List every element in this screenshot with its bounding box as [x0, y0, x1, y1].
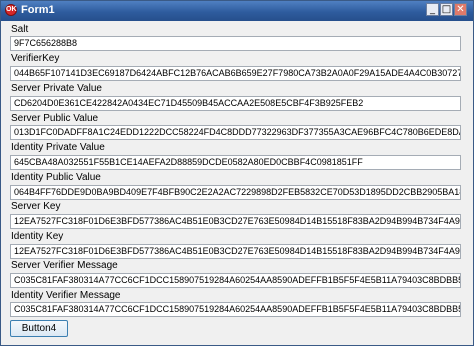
button4[interactable]: Button4	[10, 320, 68, 337]
verifier-key-label: VerifierKey	[11, 53, 60, 64]
app-icon[interactable]: OK	[5, 4, 17, 16]
server-public-value-field[interactable]: 013D1FC0DADFF8A1C24EDD1222DCC58224FD4C8D…	[10, 125, 461, 140]
identity-verifier-message-field[interactable]: C035C81FAF380314A77CC6CF1DCC158907519284…	[10, 302, 461, 317]
identity-key-label: Identity Key	[11, 231, 64, 242]
verifier-key-field[interactable]: 044B65F107141D3EC69187D6424ABFC12B76ACAB…	[10, 66, 461, 81]
server-private-value-field[interactable]: CD6204D0E361CE422842A0434EC71D45509B45AC…	[10, 96, 461, 111]
server-verifier-message-label: Server Verifier Message	[11, 260, 118, 271]
identity-verifier-message-label: Identity Verifier Message	[11, 290, 121, 301]
form-body: Salt 9F7C656288B8 VerifierKey 044B65F107…	[4, 21, 469, 341]
server-key-field[interactable]: 12EA7527FC318F01D6E3BFD577386AC4B51E0B3C…	[10, 214, 461, 229]
server-public-value-label: Server Public Value	[11, 113, 99, 124]
maximize-button[interactable]: □	[440, 3, 453, 16]
identity-key-field[interactable]: 12EA7527FC318F01D6E3BFD577386AC4B51E0B3C…	[10, 244, 461, 259]
server-verifier-message-field[interactable]: C035C81FAF380314A77CC6CF1DCC158907519284…	[10, 273, 461, 288]
close-button[interactable]: ✕	[454, 3, 467, 16]
server-key-label: Server Key	[11, 201, 61, 212]
identity-private-value-label: Identity Private Value	[11, 142, 105, 153]
minimize-button[interactable]: _	[426, 3, 439, 16]
salt-label: Salt	[11, 24, 29, 35]
form-window: OK Form1 _ □ ✕ Salt 9F7C656288B8 Verifie…	[0, 0, 474, 346]
server-private-value-label: Server Private Value	[11, 83, 102, 94]
title-bar[interactable]: OK Form1 _ □ ✕	[1, 1, 473, 21]
salt-field[interactable]: 9F7C656288B8	[10, 36, 461, 51]
identity-private-value-field[interactable]: 645CBA48A032551F55B1CE14AEFA2D88859DCDE0…	[10, 155, 461, 170]
identity-public-value-field[interactable]: 064B4FF76DDE9D0BA9BD409E7F4BFB90C2E2A2AC…	[10, 185, 461, 200]
window-title: Form1	[21, 4, 55, 16]
identity-public-value-label: Identity Public Value	[11, 172, 101, 183]
